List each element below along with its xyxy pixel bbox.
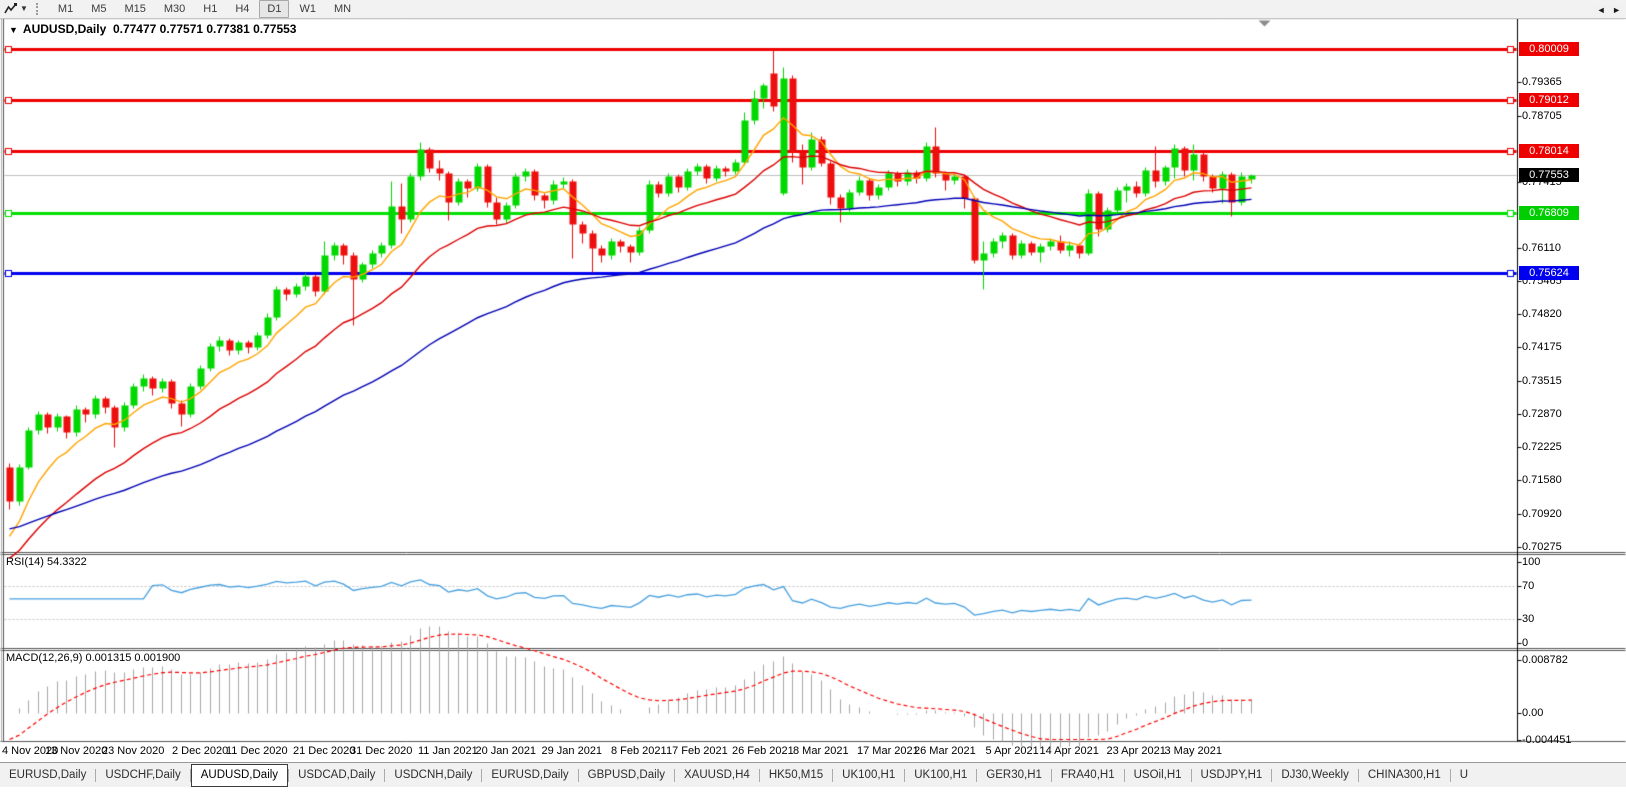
tab-china300-h1[interactable]: CHINA300,H1 — [1359, 764, 1450, 786]
chart-tools-icon[interactable] — [2, 1, 20, 17]
date-label: 13 Nov 2020 — [45, 745, 107, 757]
macd-label: MACD(12,26,9) 0.001315 0.001900 — [6, 652, 180, 664]
timeframe-button-M1[interactable]: M1 — [50, 0, 81, 18]
scroll-left-icon: ◄ ► — [1597, 5, 1623, 15]
date-label: 11 Dec 2020 — [226, 745, 288, 757]
tab-gbpusd-daily[interactable]: GBPUSD,Daily — [579, 764, 674, 786]
price-line-badge: 0.78014 — [1519, 144, 1579, 158]
chart-tab-bar: EURUSD,DailyUSDCHF,DailyAUDUSD,DailyUSDC… — [0, 762, 1626, 787]
date-label: 26 Feb 2021 — [732, 745, 794, 757]
tab-u[interactable]: U — [1451, 764, 1477, 786]
timeframe-button-H4[interactable]: H4 — [227, 0, 257, 18]
price-tick-label: 0.74820 — [1522, 308, 1562, 320]
price-tick-label: 0.70920 — [1522, 508, 1562, 520]
date-label: 23 Apr 2021 — [1107, 745, 1166, 757]
macd-tick-label: -0.004451 — [1522, 734, 1572, 746]
date-label: 23 Nov 2020 — [102, 745, 164, 757]
timeframe-button-W1[interactable]: W1 — [291, 0, 324, 18]
tab-eurusd-daily[interactable]: EURUSD,Daily — [0, 764, 95, 786]
rsi-tick-label: 30 — [1522, 613, 1534, 625]
price-tick-label: 0.73515 — [1522, 375, 1562, 387]
price-tick-label: 0.72870 — [1522, 408, 1562, 420]
rsi-label: RSI(14) 54.3322 — [6, 556, 87, 568]
price-line-badge: 0.76809 — [1519, 206, 1579, 220]
macd-tick-label: 0.00 — [1522, 707, 1543, 719]
timeframe-button-H1[interactable]: H1 — [195, 0, 225, 18]
price-tick-label: 0.70275 — [1522, 541, 1562, 553]
date-label: 31 Dec 2020 — [350, 745, 412, 757]
tab-audusd-daily[interactable]: AUDUSD,Daily — [191, 764, 288, 787]
price-line-badge: 0.77553 — [1519, 168, 1579, 182]
tab-usdchf-daily[interactable]: USDCHF,Daily — [96, 764, 189, 786]
date-label: 11 Jan 2021 — [418, 745, 478, 757]
date-label: 26 Mar 2021 — [914, 745, 976, 757]
chart-symbol: AUDUSD,Daily — [23, 22, 106, 36]
rsi-tick-label: 100 — [1522, 556, 1540, 568]
price-tick-label: 0.76110 — [1522, 242, 1561, 254]
date-label: 8 Mar 2021 — [793, 745, 849, 757]
price-tick-label: 0.74175 — [1522, 341, 1562, 353]
timeframe-button-D1[interactable]: D1 — [259, 0, 289, 18]
price-tick-label: 0.79365 — [1522, 76, 1562, 88]
price-tick-label: 0.78705 — [1522, 110, 1562, 122]
price-line-badge: 0.75624 — [1519, 266, 1579, 280]
date-label: 17 Mar 2021 — [857, 745, 919, 757]
date-label: 17 Feb 2021 — [666, 745, 728, 757]
chart-ohlc: 0.77477 0.77571 0.77381 0.77553 — [113, 22, 297, 36]
timeframe-toolbar: ▼ M1M5M15M30H1H4D1W1MN — [0, 0, 1626, 19]
price-tick-label: 0.71580 — [1522, 474, 1562, 486]
chevron-down-icon[interactable]: ▼ — [20, 1, 28, 17]
timeframe-button-M15[interactable]: M15 — [116, 0, 153, 18]
tab-uk100-h1[interactable]: UK100,H1 — [833, 764, 904, 786]
tab-usdcad-daily[interactable]: USDCAD,Daily — [289, 764, 384, 786]
date-label: 29 Jan 2021 — [542, 745, 603, 757]
date-label: 2 Dec 2020 — [172, 745, 228, 757]
date-label: 8 Feb 2021 — [611, 745, 667, 757]
timeframe-buttons: M1M5M15M30H1H4D1W1MN — [49, 0, 360, 18]
mt4-chart-window: ▼ M1M5M15M30H1H4D1W1MN ▼ AUDUSD,Daily 0.7… — [0, 0, 1626, 792]
timeframe-button-M5[interactable]: M5 — [83, 0, 114, 18]
tab-ger30-h1[interactable]: GER30,H1 — [977, 764, 1051, 786]
price-line-badge: 0.79012 — [1519, 93, 1579, 107]
date-label: 5 Apr 2021 — [986, 745, 1039, 757]
chart-title: ▼ AUDUSD,Daily 0.77477 0.77571 0.77381 0.… — [9, 22, 296, 36]
tab-hk50-m15[interactable]: HK50,M15 — [760, 764, 832, 786]
macd-tick-label: 0.008782 — [1522, 654, 1568, 666]
tab-usoil-h1[interactable]: USOil,H1 — [1125, 764, 1191, 786]
timeframe-button-M30[interactable]: M30 — [156, 0, 193, 18]
tab-usdjpy-h1[interactable]: USDJPY,H1 — [1192, 764, 1272, 786]
tab-scroll-arrows[interactable]: ◄ ► — [1594, 5, 1623, 15]
toolbar-grip[interactable] — [36, 3, 43, 15]
rsi-tick-label: 70 — [1522, 580, 1534, 592]
rsi-tick-label: 0 — [1522, 637, 1528, 649]
tab-eurusd-daily[interactable]: EURUSD,Daily — [482, 764, 577, 786]
date-label: 20 Jan 2021 — [476, 745, 537, 757]
price-tick-label: 0.72225 — [1522, 441, 1562, 453]
tab-usdcnh-daily[interactable]: USDCNH,Daily — [385, 764, 481, 786]
price-chart-canvas[interactable] — [0, 0, 1626, 792]
tab-uk100-h1[interactable]: UK100,H1 — [905, 764, 976, 786]
date-label: 14 Apr 2021 — [1040, 745, 1099, 757]
tab-dj30-weekly[interactable]: DJ30,Weekly — [1272, 764, 1358, 786]
date-label: 21 Dec 2020 — [293, 745, 355, 757]
date-label: 3 May 2021 — [1165, 745, 1222, 757]
price-line-badge: 0.80009 — [1519, 42, 1579, 56]
tab-xauusd-h4[interactable]: XAUUSD,H4 — [675, 764, 759, 786]
timeframe-button-MN[interactable]: MN — [326, 0, 359, 18]
tab-fra40-h1[interactable]: FRA40,H1 — [1052, 764, 1124, 786]
triangle-down-icon[interactable]: ▼ — [9, 25, 18, 35]
